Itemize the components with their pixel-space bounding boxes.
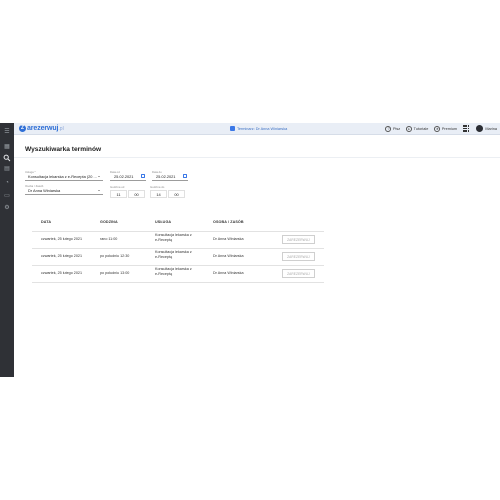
table-row: czwartek, 25 lutego 2021 po południu 13:…	[32, 265, 324, 283]
clipboard-icon[interactable]: ▤	[3, 165, 11, 173]
tutorials-button[interactable]: ▸ Tutoriale	[406, 125, 429, 132]
cell-person: Dr Anna Winiarska	[213, 237, 244, 241]
table-row: czwartek, 25 lutego 2021 po południu 12:…	[32, 248, 324, 265]
column-header-person: OSOBA / ZASÓB	[213, 220, 244, 224]
page-title: Wyszukiwarka terminów	[25, 146, 102, 153]
person-select-value[interactable]: Dr Anna Winiarska	[28, 188, 60, 193]
top-actions: ? Pisz ▸ Tutoriale ★ Premium Marina	[379, 124, 497, 133]
gear-icon[interactable]: ⚙	[3, 204, 11, 212]
hour-from-minute-input[interactable]: 00	[128, 190, 145, 198]
person-underline	[25, 194, 103, 195]
cell-time: po południu 12:30	[100, 254, 130, 258]
logo[interactable]: Z arezerwuj .pl	[19, 124, 64, 133]
chevron-down-icon[interactable]	[98, 175, 100, 177]
hour-to-minute-input[interactable]: 00	[168, 190, 185, 198]
apps-grid-icon[interactable]	[463, 125, 470, 132]
cell-service-line2: e-Receptą	[155, 272, 173, 276]
cell-date: czwartek, 25 lutego 2021	[41, 271, 82, 275]
top-bar: Z arezerwuj .pl Terminarz: Dr Anna Winia…	[14, 123, 500, 135]
logo-text: arezerwuj	[27, 125, 59, 132]
table-row: czwartek, 25 lutego 2021 rano 11:00 Kons…	[32, 231, 324, 248]
calendar-icon[interactable]	[183, 174, 187, 178]
column-header-date: DATA	[41, 220, 52, 224]
title-divider	[14, 157, 500, 158]
cell-service-line2: e-Receptą	[155, 255, 173, 259]
help-circle-icon: ?	[385, 125, 392, 132]
premium-button[interactable]: ★ Premium	[434, 125, 458, 132]
date-from-input[interactable]: 25.02.2021	[114, 174, 133, 179]
column-header-service: USŁUGA	[155, 220, 172, 224]
clock-icon[interactable]: ◔	[3, 179, 11, 187]
hour-to-label: Godzina do	[150, 185, 165, 189]
star-circle-icon: ★	[434, 125, 441, 132]
cell-person: Dr Anna Winiarska	[213, 254, 244, 258]
menu-icon[interactable]: ☰	[3, 128, 11, 136]
tutorials-label: Tutoriale	[413, 126, 429, 131]
schedule-notice[interactable]: Terminarz: Dr Anna Winiarska	[230, 125, 287, 132]
cell-date: czwartek, 25 lutego 2021	[41, 237, 82, 241]
calendar-small-icon	[230, 126, 235, 131]
logo-mark: Z	[19, 125, 26, 132]
book-button[interactable]: ZAREZERWUJ	[282, 252, 315, 261]
date-from-underline	[110, 180, 146, 181]
book-button[interactable]: ZAREZERWUJ	[282, 269, 315, 278]
date-to-input[interactable]: 25.02.2021	[156, 174, 175, 179]
avatar[interactable]	[476, 125, 484, 132]
help-button[interactable]: ? Pisz	[385, 125, 401, 132]
book-button[interactable]: ZAREZERWUJ	[282, 235, 315, 244]
user-name[interactable]: Marina	[485, 127, 497, 131]
column-header-time: GODZINA	[100, 220, 118, 224]
premium-label: Premium	[441, 126, 458, 131]
schedule-notice-text: Terminarz: Dr Anna Winiarska	[237, 126, 288, 131]
logo-suffix: .pl	[58, 125, 64, 132]
service-select-value[interactable]: Konsultacja lekarska z e-Recepta (20 ...	[28, 174, 97, 179]
cell-service-line1: Konsultacja lekarska z	[155, 250, 192, 254]
cell-person: Dr Anna Winiarska	[213, 271, 244, 275]
help-label: Pisz	[392, 126, 401, 131]
hour-from-label: Godzina od	[110, 185, 125, 189]
hour-to-hour-input[interactable]: 14	[150, 190, 167, 198]
cell-time: po południu 13:00	[100, 271, 130, 275]
cell-service-line2: e-Receptą	[155, 238, 173, 242]
table-header: DATA GODZINA USŁUGA OSOBA / ZASÓB	[32, 215, 324, 231]
date-to-underline	[152, 180, 188, 181]
play-circle-icon: ▸	[406, 125, 413, 132]
chevron-down-icon[interactable]	[98, 189, 100, 191]
cell-service-line1: Konsultacja lekarska z	[155, 233, 192, 237]
service-underline	[25, 180, 103, 181]
search-icon[interactable]	[0, 152, 14, 164]
calendar-icon[interactable]: ▦	[3, 143, 11, 151]
sidebar: ☰ ▦ ▤ ◔ ▭ ⚙	[0, 123, 14, 377]
hour-from-hour-input[interactable]: 11	[110, 190, 127, 198]
results-table: DATA GODZINA USŁUGA OSOBA / ZASÓB czwart…	[32, 215, 324, 283]
cell-time: rano 11:00	[100, 237, 118, 241]
calendar-icon[interactable]	[141, 174, 145, 178]
folder-icon[interactable]: ▭	[3, 192, 11, 200]
cell-service-line1: Konsultacja lekarska z	[155, 267, 192, 271]
cell-date: czwartek, 25 lutego 2021	[41, 254, 82, 258]
